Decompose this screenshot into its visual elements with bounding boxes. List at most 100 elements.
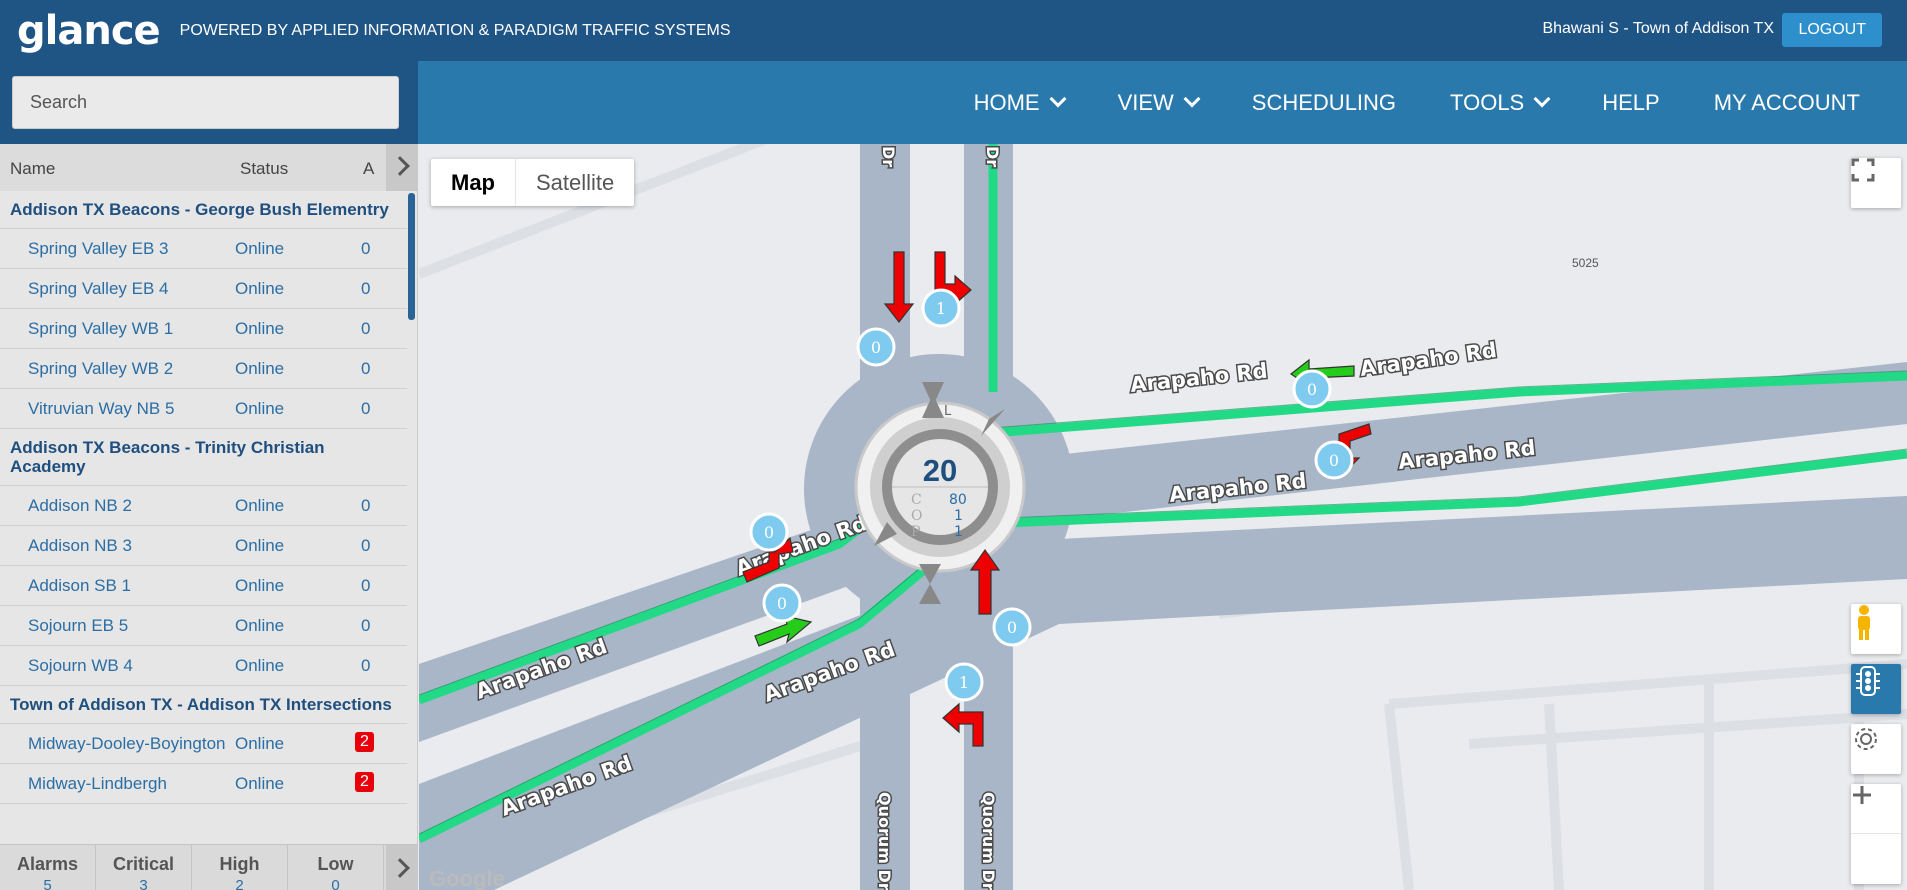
- detector-count[interactable]: 0: [1329, 451, 1339, 470]
- list-item[interactable]: Sojourn WB 4 Online 0: [0, 646, 407, 686]
- nav-view[interactable]: VIEW: [1118, 90, 1201, 116]
- summary-label: Critical: [112, 854, 175, 874]
- list-scrollbar[interactable]: [408, 193, 415, 320]
- device-name: Spring Valley WB 1: [28, 319, 174, 338]
- group-header[interactable]: Addison TX Beacons - Trinity Christian A…: [0, 429, 407, 486]
- device-name: Sojourn EB 5: [28, 616, 129, 635]
- nav-scheduling[interactable]: SCHEDULING: [1252, 90, 1396, 116]
- chevron-down-icon: [1183, 90, 1201, 108]
- device-name: Midway-Lindbergh: [28, 774, 167, 793]
- map-type-satellite-button[interactable]: Satellite: [516, 159, 634, 206]
- fullscreen-button[interactable]: [1851, 158, 1901, 208]
- device-status: Online: [235, 239, 285, 258]
- chevron-right-icon: [390, 156, 410, 176]
- list-item[interactable]: Spring Valley EB 4 Online 0: [0, 269, 407, 309]
- search-area: [0, 61, 418, 144]
- list-item[interactable]: Spring Valley WB 2 Online 0: [0, 349, 407, 389]
- nav-my-account[interactable]: MY ACCOUNT: [1714, 90, 1860, 116]
- column-status[interactable]: Status: [240, 159, 288, 179]
- alarm-badge: 2: [355, 732, 374, 752]
- column-name[interactable]: Name: [10, 159, 55, 179]
- nav-help[interactable]: HELP: [1602, 90, 1659, 116]
- device-status: Online: [235, 319, 285, 338]
- list-item[interactable]: Spring Valley WB 1 Online 0: [0, 309, 407, 349]
- device-name: Spring Valley EB 3: [28, 239, 169, 258]
- map-canvas: Arapaho Rd Arapaho Rd Arapaho Rd Arapaho…: [419, 144, 1907, 890]
- summary-critical[interactable]: Critical 3: [96, 845, 192, 890]
- logout-button[interactable]: LOGOUT: [1782, 13, 1882, 47]
- expand-summary-button[interactable]: [386, 845, 418, 890]
- o-value: 1: [954, 508, 963, 524]
- summary-low[interactable]: Low 0: [288, 845, 384, 890]
- map-type-map-button[interactable]: Map: [431, 159, 516, 206]
- street-view-button[interactable]: [1851, 604, 1901, 654]
- list-item[interactable]: Vitruvian Way NB 5 Online 0: [0, 389, 407, 429]
- summary-label: Low: [317, 854, 354, 874]
- chevron-right-icon: [390, 858, 410, 878]
- summary-high[interactable]: High 2: [192, 845, 288, 890]
- list-item[interactable]: Midway-Dooley-Boyington Online 2: [0, 724, 407, 764]
- summary-value: 0: [331, 877, 340, 890]
- google-attribution: Google: [429, 866, 505, 890]
- list-item[interactable]: Spring Valley EB 3 Online 0: [0, 229, 407, 269]
- alarm-summary: Alarms 5 Critical 3 High 2 Low 0: [0, 844, 418, 890]
- nav-tools-label: TOOLS: [1450, 89, 1525, 115]
- detector-count[interactable]: 0: [871, 338, 881, 357]
- summary-value: 2: [235, 877, 244, 890]
- summary-alarms[interactable]: Alarms 5: [0, 845, 96, 890]
- traffic-signal-button[interactable]: [1851, 664, 1901, 714]
- device-status: Online: [235, 279, 285, 298]
- device-name: Midway-Dooley-Boyington: [28, 734, 226, 753]
- cycle-length: 20: [923, 453, 957, 488]
- glance-logo[interactable]: glance: [17, 8, 161, 54]
- road-label-arapaho: Arapaho Rd: [1358, 338, 1498, 381]
- device-status: Online: [235, 616, 285, 635]
- detector-count[interactable]: 0: [1307, 380, 1317, 399]
- group-header[interactable]: Town of Addison TX - Addison TX Intersec…: [0, 686, 407, 724]
- detector-count[interactable]: 1: [959, 673, 969, 692]
- gear-icon: [1855, 728, 1877, 750]
- chevron-down-icon: [1049, 90, 1067, 108]
- device-status: Online: [235, 576, 285, 595]
- column-alarms[interactable]: A: [363, 159, 374, 179]
- device-name: Spring Valley WB 2: [28, 359, 174, 378]
- user-name: Bhawani S - Town of Addison TX: [1542, 20, 1774, 37]
- expand-sidebar-button[interactable]: [386, 144, 418, 191]
- device-alarms: 0: [361, 319, 371, 338]
- detector-count[interactable]: 0: [777, 594, 787, 613]
- device-name: Vitruvian Way NB 5: [28, 399, 175, 418]
- device-name: Sojourn WB 4: [28, 656, 133, 675]
- detector-count[interactable]: 0: [1007, 618, 1017, 637]
- group-header[interactable]: Addison TX Beacons - George Bush Element…: [0, 191, 407, 229]
- map-view[interactable]: Arapaho Rd Arapaho Rd Arapaho Rd Arapaho…: [419, 144, 1907, 890]
- device-status: Online: [235, 536, 285, 555]
- zoom-out-button[interactable]: [1851, 793, 1901, 884]
- device-alarms: 0: [361, 399, 371, 418]
- device-name: Spring Valley EB 4: [28, 279, 169, 298]
- device-list: Addison TX Beacons - George Bush Element…: [0, 191, 407, 838]
- device-alarms: 0: [361, 359, 371, 378]
- nav-tools[interactable]: TOOLS: [1450, 89, 1551, 116]
- list-item[interactable]: Midway-Lindbergh Online 2: [0, 764, 407, 804]
- device-status: Online: [235, 656, 285, 675]
- device-alarms: 0: [361, 496, 371, 515]
- list-item[interactable]: Addison NB 2 Online 0: [0, 486, 407, 526]
- search-input[interactable]: [12, 76, 399, 129]
- p-value: 1: [954, 524, 963, 540]
- road-label-quorum: Quorum Dr: [875, 792, 894, 890]
- road-label-dr: Dr: [983, 146, 1002, 167]
- list-item[interactable]: Addison SB 1 Online 0: [0, 566, 407, 606]
- detector-count[interactable]: 1: [936, 299, 946, 318]
- settings-button[interactable]: [1851, 724, 1901, 774]
- pegman-icon: [1858, 605, 1870, 640]
- column-header: Name Status A: [0, 144, 418, 191]
- device-name: Addison NB 3: [28, 536, 132, 555]
- list-item[interactable]: Addison NB 3 Online 0: [0, 526, 407, 566]
- o-label: O: [911, 508, 922, 524]
- nav-home[interactable]: HOME: [974, 90, 1067, 116]
- list-item[interactable]: Sojourn EB 5 Online 0: [0, 606, 407, 646]
- nav-my-account-label: MY ACCOUNT: [1713, 89, 1860, 115]
- road-label-dr: Dr: [879, 146, 898, 167]
- detector-count[interactable]: 0: [764, 523, 774, 542]
- device-status: Online: [235, 359, 285, 378]
